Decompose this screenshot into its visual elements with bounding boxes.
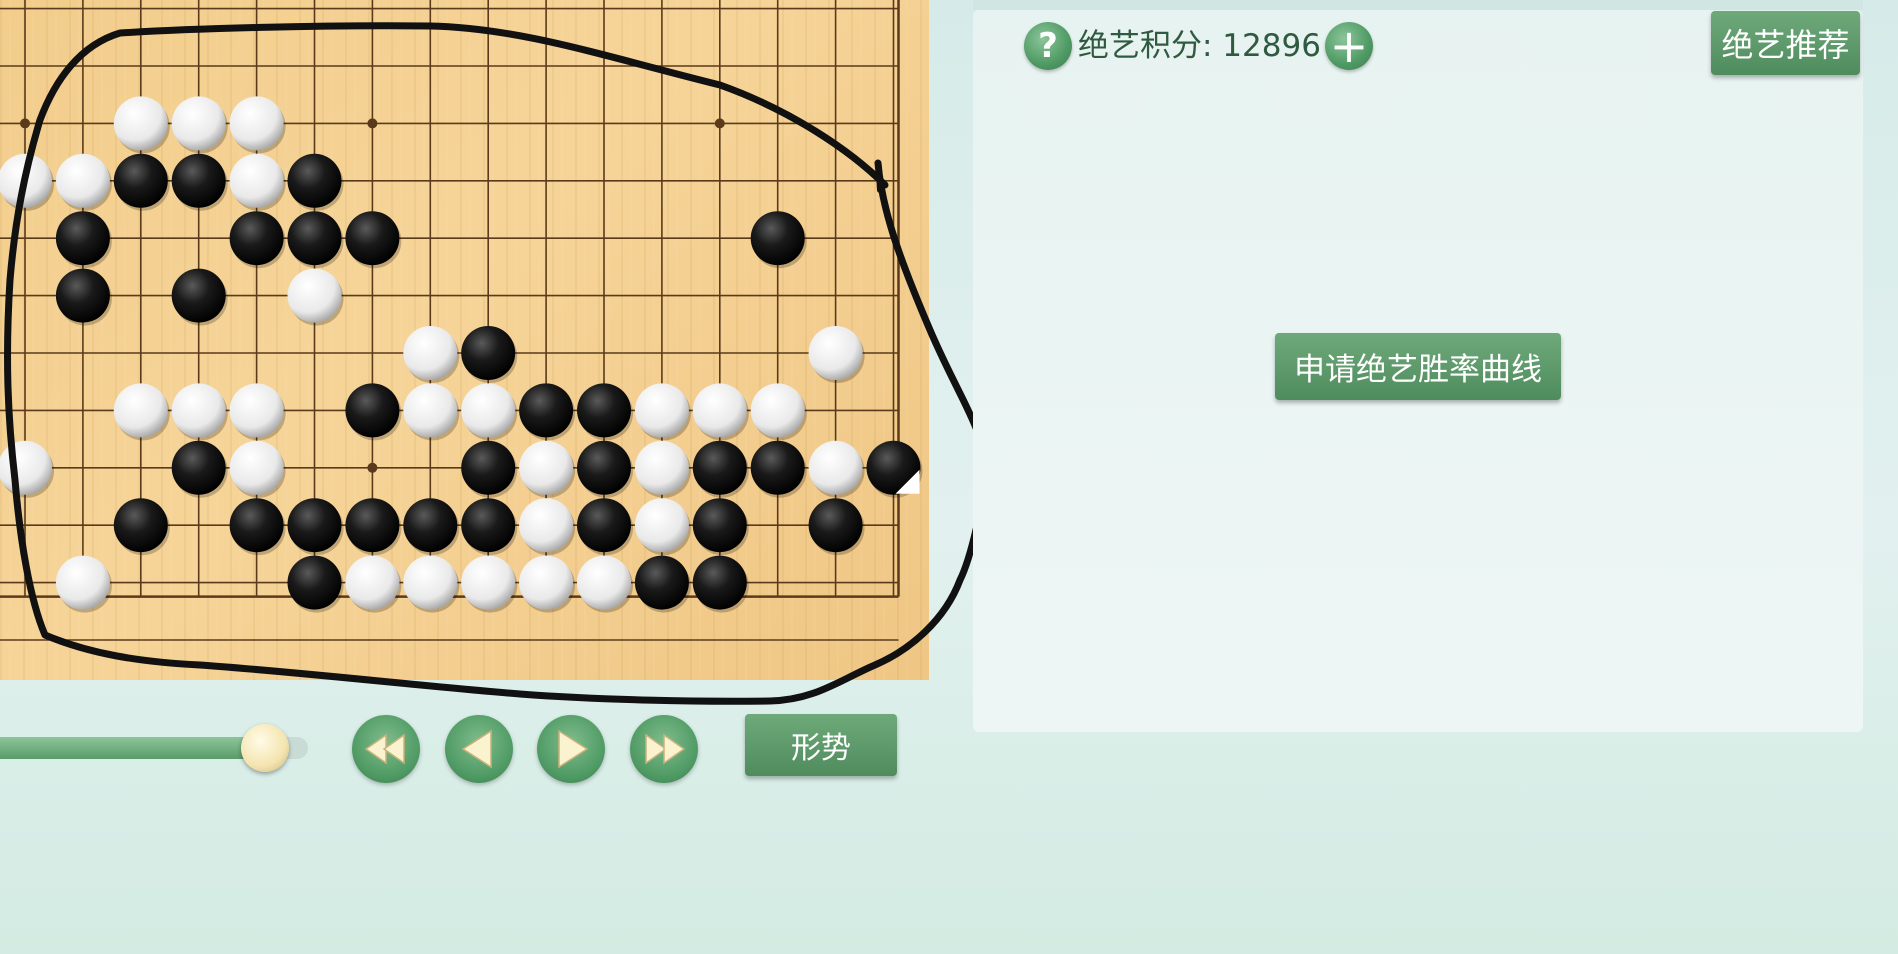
white-stone	[461, 555, 516, 610]
black-stone	[461, 440, 516, 495]
star-point	[367, 118, 378, 129]
add-glyph: +	[1329, 19, 1369, 73]
white-stone	[519, 555, 574, 610]
black-stone	[577, 383, 631, 438]
move-slider-fill	[0, 737, 265, 759]
black-stone	[171, 440, 226, 495]
white-stone	[692, 383, 747, 438]
black-stone	[577, 498, 631, 553]
first-move-button[interactable]	[352, 715, 420, 783]
white-stone	[171, 383, 226, 438]
black-stone	[345, 383, 400, 438]
last-move-button[interactable]	[630, 715, 698, 783]
plus-icon[interactable]: +	[1325, 19, 1373, 73]
previous-move-button[interactable]	[445, 715, 513, 783]
white-stone	[634, 498, 689, 553]
black-stone	[750, 211, 805, 266]
star-point	[367, 462, 378, 473]
black-stone	[345, 211, 400, 266]
white-stone	[808, 326, 863, 380]
double-right-arrow-icon	[645, 733, 686, 765]
white-stone	[113, 96, 168, 151]
white-stone	[345, 555, 400, 610]
black-stone	[692, 498, 747, 553]
board-grid	[0, 0, 923, 641]
black-stone	[55, 268, 110, 323]
white-stone	[461, 383, 516, 438]
black-stone	[55, 211, 110, 266]
ai-score-label: 绝艺积分: 12896	[1078, 28, 1321, 64]
white-stone	[55, 555, 110, 610]
white-stone	[229, 383, 284, 438]
white-stone	[55, 153, 110, 208]
white-stone	[403, 383, 458, 438]
black-stone	[113, 153, 168, 208]
black-stone	[287, 555, 342, 610]
black-stone	[461, 498, 516, 553]
black-stone	[113, 498, 168, 553]
panel-top-band	[973, 0, 1863, 10]
next-move-button[interactable]	[537, 715, 605, 783]
black-stone	[403, 498, 458, 553]
white-stone	[229, 440, 284, 495]
help-glyph: ?	[1038, 26, 1058, 66]
white-stone	[519, 440, 574, 495]
ai-recommend-button[interactable]: 绝艺推荐	[1711, 11, 1860, 75]
star-point	[20, 118, 30, 129]
white-stone	[634, 440, 689, 495]
black-stone	[287, 498, 342, 553]
situation-button[interactable]: 形势	[745, 714, 897, 776]
star-point	[714, 118, 725, 129]
black-stone	[461, 326, 516, 380]
double-left-arrow-icon	[364, 733, 405, 765]
white-stone	[171, 96, 226, 151]
question-mark-icon[interactable]: ?	[1024, 22, 1072, 70]
black-stone	[345, 498, 400, 553]
white-stone	[577, 555, 631, 610]
black-stone	[577, 440, 631, 495]
white-stone	[403, 555, 458, 610]
black-stone	[692, 555, 747, 610]
white-stone	[519, 498, 574, 553]
white-stone	[750, 383, 805, 438]
white-stone	[229, 153, 284, 208]
black-stone	[519, 383, 574, 438]
white-stone	[403, 326, 458, 380]
white-stone	[0, 153, 52, 208]
black-stone	[171, 153, 226, 208]
black-stone	[229, 498, 284, 553]
go-board[interactable]	[0, 0, 989, 705]
white-stone	[808, 440, 863, 495]
white-stone	[229, 96, 284, 151]
black-stone	[287, 153, 342, 208]
black-stone	[750, 440, 805, 495]
black-stone	[634, 555, 689, 610]
white-stone	[0, 440, 52, 495]
right-arrow-icon	[558, 729, 589, 769]
request-winrate-curve-button[interactable]: 申请绝艺胜率曲线	[1275, 333, 1561, 400]
black-stone	[692, 440, 747, 495]
black-stone	[808, 498, 863, 553]
white-stone	[113, 383, 168, 438]
left-arrow-icon	[461, 729, 492, 769]
white-stone	[634, 383, 689, 438]
move-slider-handle[interactable]	[241, 724, 289, 772]
white-stone	[287, 268, 342, 323]
black-stone	[229, 211, 284, 266]
black-stone	[171, 268, 226, 323]
black-stone	[287, 211, 342, 266]
